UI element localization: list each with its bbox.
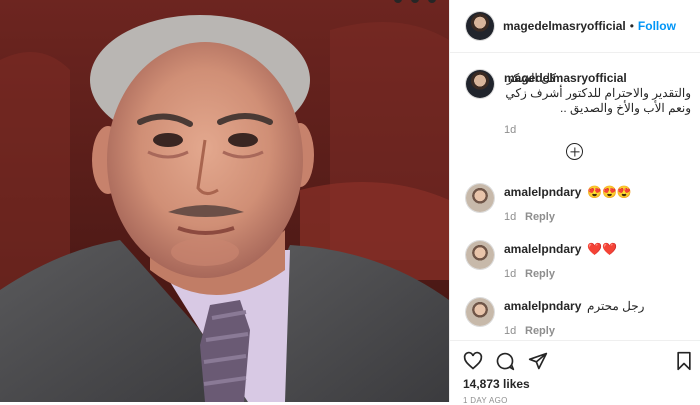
post-header: magedelmasryofficial • Follow xyxy=(450,0,700,53)
comment-text: 😍😍😍 xyxy=(587,185,632,199)
reply-button[interactable]: Reply xyxy=(525,325,555,337)
separator-dot: • xyxy=(629,19,634,33)
comment-age: 1d xyxy=(504,268,517,280)
caption-avatar[interactable] xyxy=(466,70,494,98)
caption-text: كل الشكر والتقدير والاحترام للدكتور أشرف… xyxy=(505,71,691,115)
commenter-avatar[interactable] xyxy=(466,184,494,212)
post-photo[interactable] xyxy=(0,0,449,402)
more-options-icon[interactable] xyxy=(392,0,438,6)
commenter-username[interactable]: amalelpndary xyxy=(504,242,581,256)
author-avatar[interactable] xyxy=(466,12,494,40)
post-timestamp: 1 DAY AGO xyxy=(463,396,508,405)
heart-icon[interactable] xyxy=(463,351,483,371)
post-side-panel: magedelmasryofficial • Follow magedelmas… xyxy=(450,0,700,405)
comment-age: 1d xyxy=(504,211,517,223)
load-more-comments-button[interactable] xyxy=(566,143,583,160)
bookmark-icon[interactable] xyxy=(675,351,693,371)
comment-text: رجل محترم xyxy=(587,299,645,313)
commenter-avatar[interactable] xyxy=(466,298,494,326)
reply-button[interactable]: Reply xyxy=(525,211,555,223)
caption-age: 1d xyxy=(504,124,517,136)
comment-age: 1d xyxy=(504,325,517,337)
likes-count[interactable]: 14,873 likes xyxy=(463,377,530,391)
comment-bubble-icon[interactable] xyxy=(495,351,515,371)
comment-text: ❤️❤️ xyxy=(587,242,617,256)
author-username[interactable]: magedelmasryofficial xyxy=(503,19,626,33)
share-plane-icon[interactable] xyxy=(528,351,548,371)
comment-item: amalelpndary 😍😍😍 1d Reply xyxy=(466,184,691,234)
commenter-username[interactable]: amalelpndary xyxy=(504,185,581,199)
reply-button[interactable]: Reply xyxy=(525,268,555,280)
comment-item: amalelpndary ❤️❤️ 1d Reply xyxy=(466,241,691,291)
action-bar xyxy=(450,340,700,341)
portrait-image xyxy=(0,0,449,402)
commenter-avatar[interactable] xyxy=(466,241,494,269)
commenter-username[interactable]: amalelpndary xyxy=(504,299,581,313)
follow-button[interactable]: Follow xyxy=(638,19,676,33)
